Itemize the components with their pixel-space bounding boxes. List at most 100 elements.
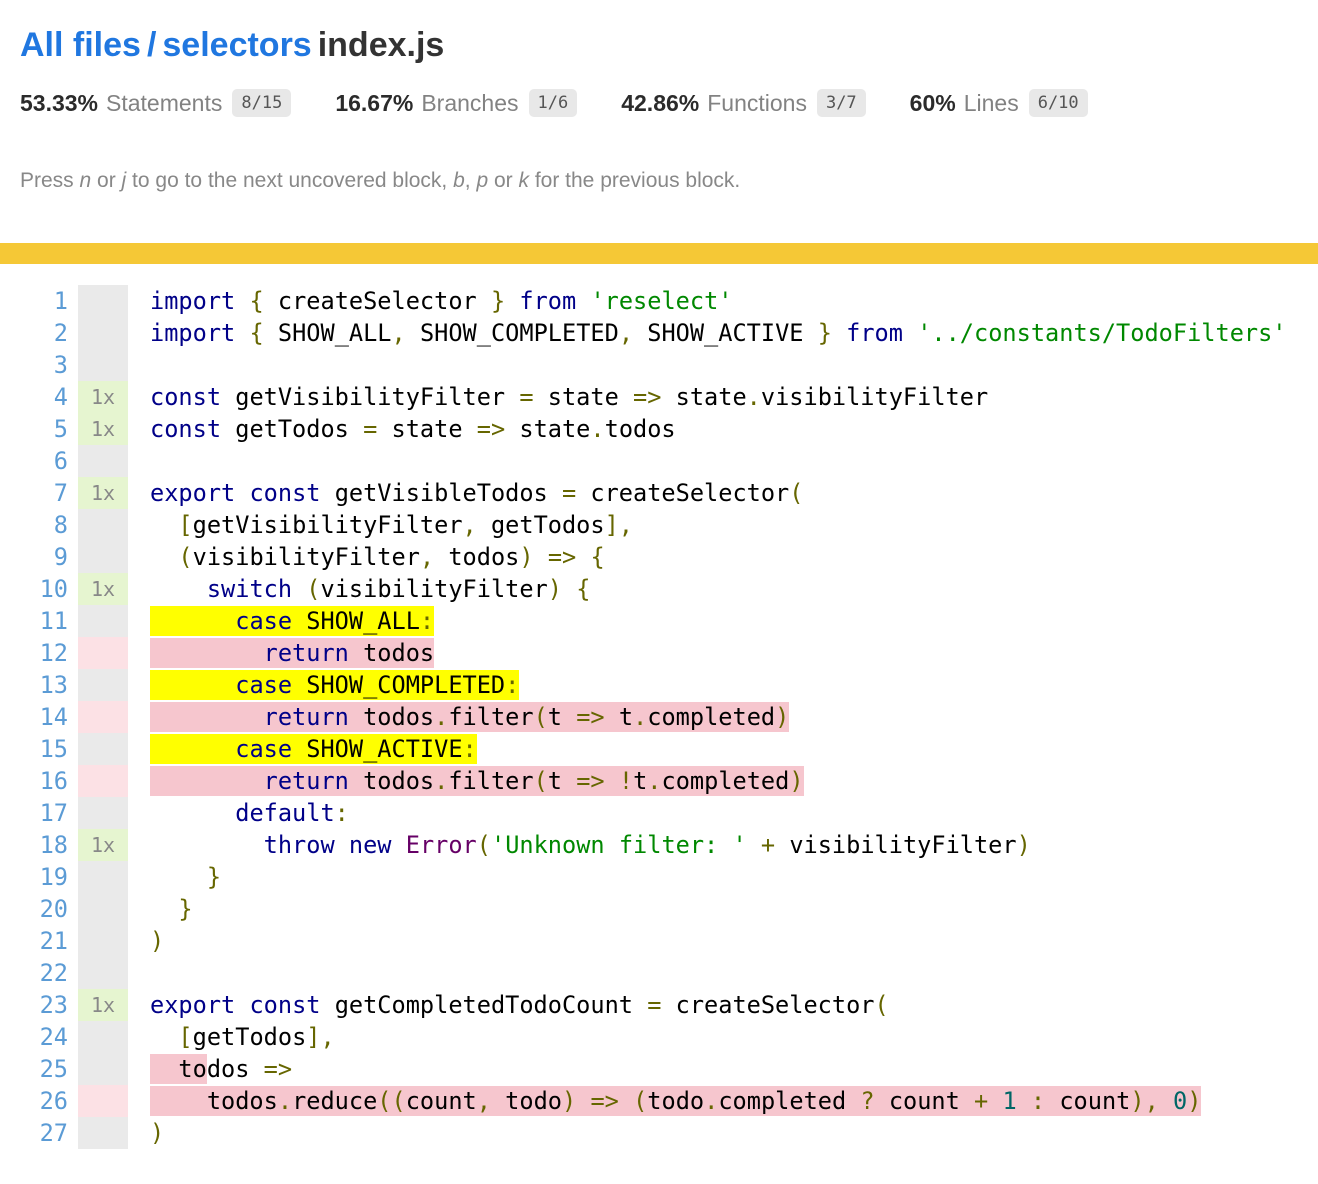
code-token [747,831,761,859]
code-token: createSelector [264,287,491,315]
code-token: 'reselect' [590,287,732,315]
code-token [150,607,235,635]
code-token: 1 [1002,1087,1016,1115]
code-line: 17 default: [0,797,1318,829]
code-line: 1import { createSelector } from 'reselec… [0,285,1318,317]
code-token: } [178,895,192,923]
breadcrumb-all-files-link[interactable]: All files [20,26,141,64]
code-token [150,511,178,539]
execution-count [78,925,128,957]
breadcrumb-folder-link[interactable]: selectors [162,26,311,64]
stat-branches: 16.67%Branches1/6 [335,89,577,117]
execution-count [78,1053,128,1085]
code-token: t [548,703,576,731]
code-line: 6 [0,445,1318,477]
line-number: 23 [0,989,68,1021]
uncovered-highlight: todos.reduce((count, todo) => (todo.comp… [150,1086,1201,1116]
code-line: 101x switch (visibilityFilter) { [0,573,1318,605]
code-token: . [434,703,448,731]
code-text: case SHOW_ALL: [150,607,434,635]
stat-percentage: 60% [910,90,956,117]
code-text: const getTodos = state => state.todos [150,415,676,443]
code-token: ( [875,991,889,1019]
code-line: 9 (visibilityFilter, todos) => { [0,541,1318,573]
code-line: 231xexport const getCompletedTodoCount =… [0,989,1318,1021]
line-number: 25 [0,1053,68,1085]
code-token: state [505,415,590,443]
code-token: todo [647,1087,704,1115]
code-text: throw new Error('Unknown filter: ' + vis… [150,831,1031,859]
line-number: 21 [0,925,68,957]
code-line: 25 todos => [0,1053,1318,1085]
code-token: case [235,735,292,763]
line-number: 5 [0,413,68,445]
code-token: => [264,1055,292,1083]
code-token: const [249,479,320,507]
uncovered-highlight: case SHOW_ALL: [150,606,434,636]
code-token [150,575,207,603]
execution-count [78,861,128,893]
code-line: 51xconst getTodos = state => state.todos [0,413,1318,445]
execution-count [78,797,128,829]
code-token: todos [349,767,434,795]
help-text: for the previous block. [529,169,740,192]
shortcut-key: k [518,169,529,192]
code-token: ) [789,767,803,795]
code-token [150,1023,178,1051]
stat-label: Statements [106,90,222,117]
code-text: import { SHOW_ALL, SHOW_COMPLETED, SHOW_… [150,319,1287,347]
code-token: . [590,415,604,443]
code-token: : [505,671,519,699]
code-line: 27) [0,1117,1318,1149]
code-token: getVisibilityFilter [221,383,519,411]
stat-fraction-badge: 3/7 [817,89,866,117]
help-text: or [91,169,121,192]
code-token [335,831,349,859]
code-token: const [249,991,320,1019]
code-token: import [150,319,235,347]
code-token [150,543,178,571]
code-token: ( [178,543,192,571]
shortcut-key: p [476,169,488,192]
code-token: ], [306,1023,334,1051]
code-token: : [463,735,477,763]
code-token: } [818,319,832,347]
code-token: => [590,1087,618,1115]
code-token: '../constants/TodoFilters' [917,319,1286,347]
code-token: t [633,767,647,795]
code-line: 15 case SHOW_ACTIVE: [0,733,1318,765]
execution-count [78,1085,128,1117]
code-line: 12 return todos [0,637,1318,669]
code-token: , [463,511,477,539]
uncovered-highlight: return todos.filter(t => t.completed) [150,702,789,732]
code-token: ) [562,1087,576,1115]
code-token: => [548,543,576,571]
stat-label: Functions [707,90,807,117]
code-text: } [150,895,193,923]
code-token: SHOW_ALL [264,319,392,347]
uncovered-highlight: case SHOW_ACTIVE: [150,734,477,764]
code-token: ) [519,543,533,571]
code-token: [ [178,1023,192,1051]
code-token: filter [448,703,533,731]
code-token: ( [534,703,548,731]
code-token: : [335,799,349,827]
code-token: { [249,287,263,315]
help-text: , [465,169,477,192]
line-number: 27 [0,1117,68,1149]
coverage-report-page: All files/selectorsindex.js 53.33%Statem… [0,26,1318,1149]
code-token: : [420,607,434,635]
code-token: switch [207,575,292,603]
code-line: 22 [0,957,1318,989]
code-line: 41xconst getVisibilityFilter = state => … [0,381,1318,413]
execution-count [78,893,128,925]
line-number: 6 [0,445,68,477]
code-token [292,575,306,603]
code-text: [getTodos], [150,1023,335,1051]
code-text: return todos.filter(t => !t.completed) [150,767,804,795]
execution-count [78,957,128,989]
code-token: filter [448,767,533,795]
code-token: , [619,319,633,347]
code-token: . [434,767,448,795]
stat-label: Lines [964,90,1019,117]
